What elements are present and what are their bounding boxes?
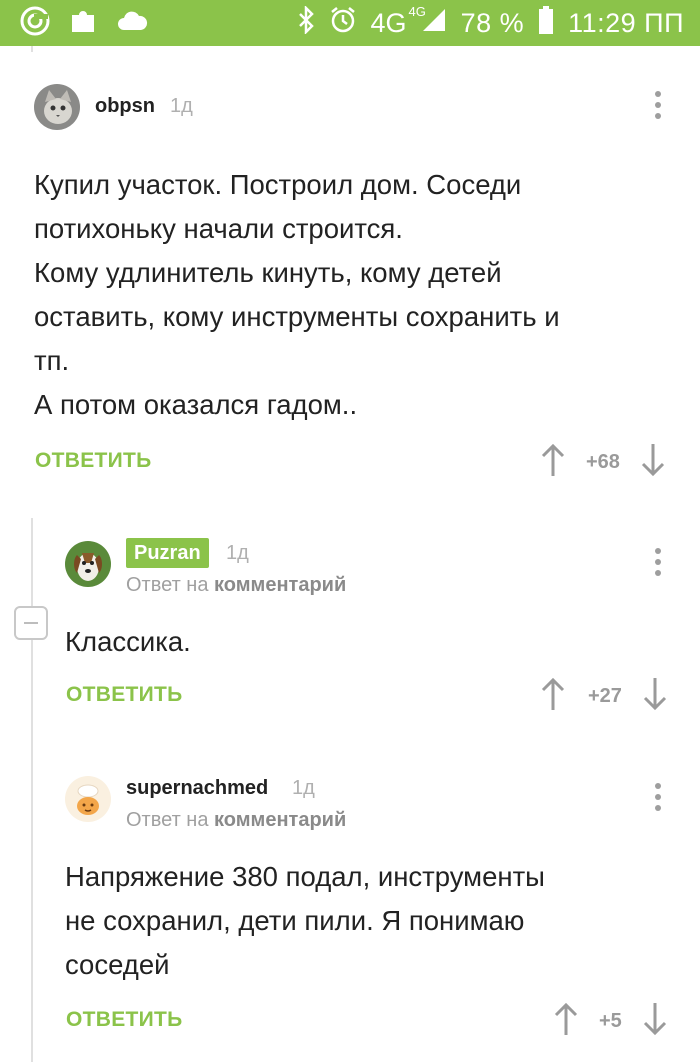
downvote-icon[interactable] — [640, 443, 666, 482]
comment-score: +5 — [599, 1010, 622, 1032]
avatar[interactable] — [65, 541, 111, 587]
more-options-icon[interactable] — [654, 91, 662, 121]
username[interactable]: Puzran — [126, 538, 209, 568]
comment-text: Купил участок. Построил дом. Соседи поти… — [34, 169, 560, 420]
vote-controls: +5 — [553, 1002, 668, 1041]
upvote-icon[interactable] — [553, 1002, 579, 1041]
vote-controls: +68 — [540, 443, 666, 482]
avatar[interactable] — [34, 84, 80, 130]
comment-score: +68 — [586, 451, 620, 473]
battery-icon — [538, 5, 554, 41]
puzzle-icon — [68, 6, 98, 41]
comment-time: 1д — [292, 777, 315, 799]
bluetooth-icon — [297, 4, 315, 41]
comment-time: 1д — [170, 95, 193, 117]
parent-comment-link[interactable]: комментарий — [214, 574, 346, 596]
username[interactable]: obpsn — [95, 95, 155, 118]
vote-controls: +27 — [540, 677, 668, 716]
collapse-thread-button[interactable] — [14, 606, 48, 640]
reply-button[interactable]: ОТВЕТИТЬ — [35, 449, 152, 473]
status-bar: 4G 4G 78 % 11:29 ПП — [0, 0, 700, 46]
downvote-icon[interactable] — [642, 1002, 668, 1041]
thread-line — [31, 518, 33, 1062]
reply-button[interactable]: ОТВЕТИТЬ — [66, 1008, 183, 1032]
reply-to: Ответ на комментарий — [126, 574, 347, 596]
upvote-icon[interactable] — [540, 443, 566, 482]
battery-percent: 78 % — [460, 7, 525, 38]
upvote-icon[interactable] — [540, 677, 566, 716]
comment-score: +27 — [588, 685, 622, 707]
comment-text: Классика. — [65, 626, 191, 657]
alarm-icon — [329, 6, 357, 41]
comment-time: 1д — [226, 542, 249, 564]
username[interactable]: supernachmed — [126, 777, 268, 800]
cloud-icon — [116, 10, 148, 37]
reply-button[interactable]: ОТВЕТИТЬ — [66, 683, 183, 707]
comment-text: Напряжение 380 подал, инструменты не сох… — [65, 861, 545, 980]
clock: 11:29 ПП — [568, 7, 684, 38]
more-options-icon[interactable] — [654, 783, 662, 813]
reply-to: Ответ на комментарий — [126, 809, 347, 831]
parent-comment-link[interactable]: комментарий — [214, 809, 346, 831]
network-type: 4G 4G — [370, 3, 426, 38]
more-options-icon[interactable] — [654, 548, 662, 578]
thread-line — [31, 46, 33, 52]
avatar[interactable] — [65, 776, 111, 822]
app-logo-icon — [20, 6, 50, 41]
downvote-icon[interactable] — [642, 677, 668, 716]
